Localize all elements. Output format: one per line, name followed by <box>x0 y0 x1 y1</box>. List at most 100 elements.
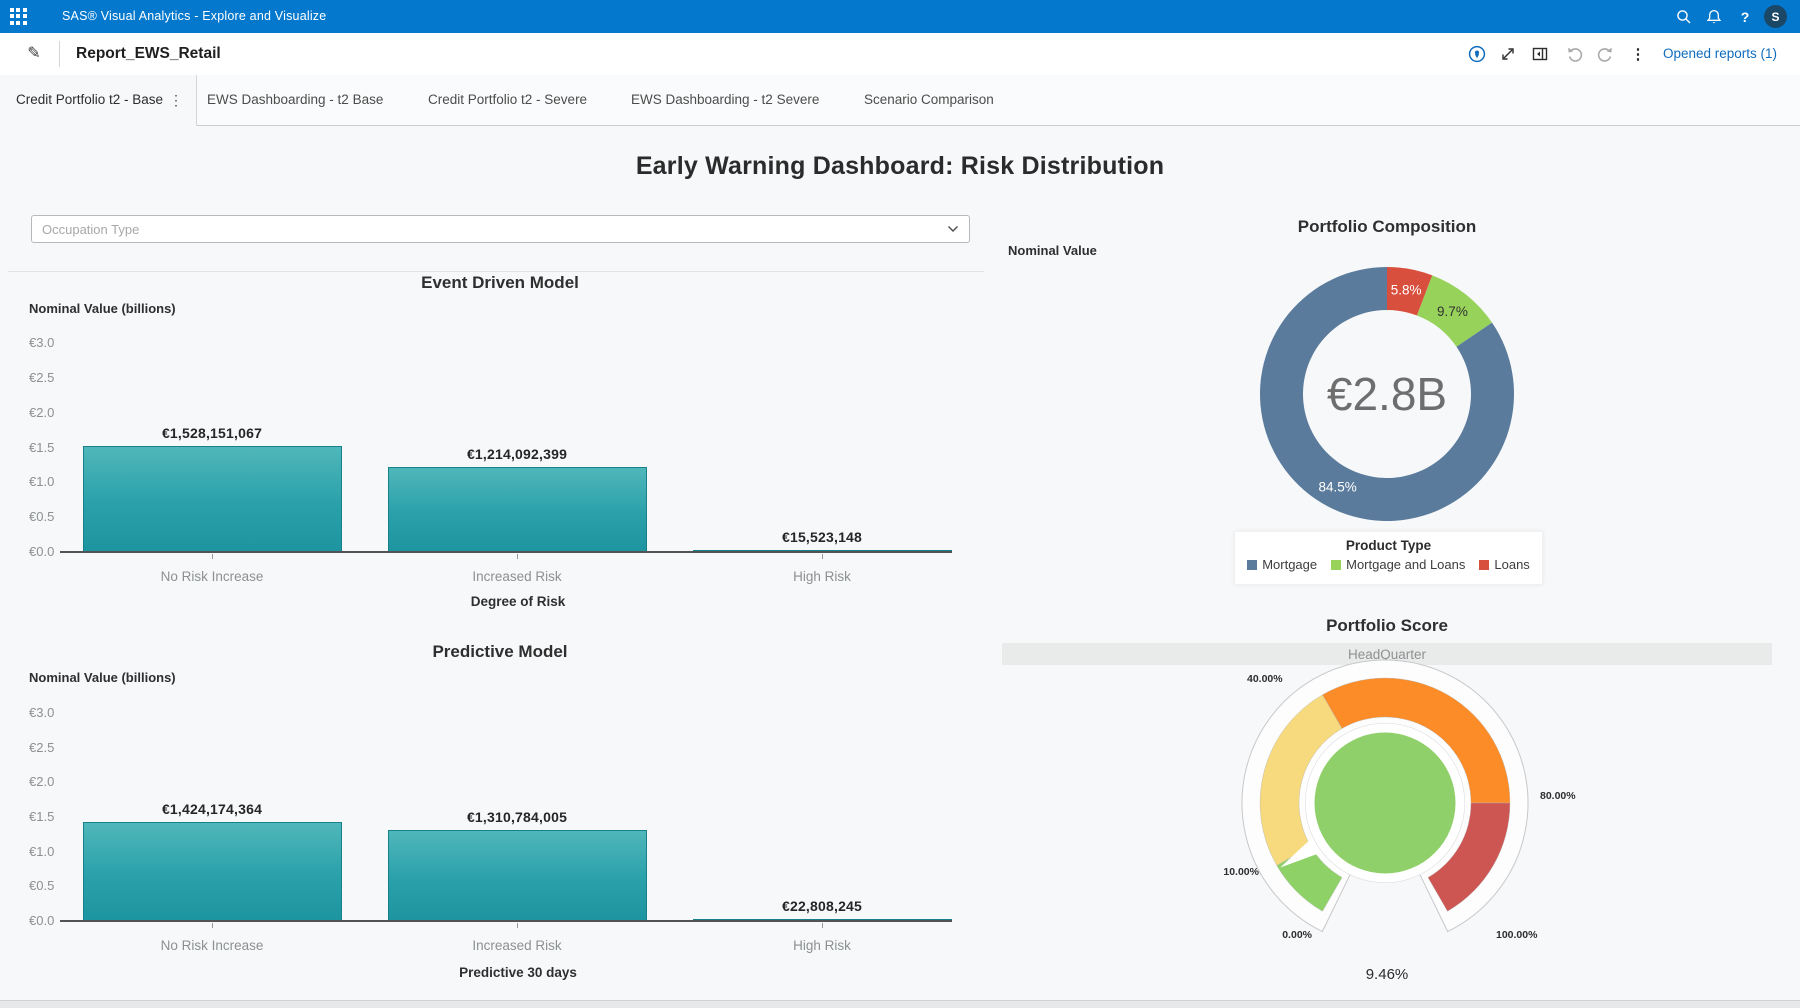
dropdown-placeholder: Occupation Type <box>42 222 947 237</box>
x-category-label: No Risk Increase <box>62 569 362 584</box>
gauge-inner-circle[interactable] <box>1310 728 1460 878</box>
bar-increased-risk[interactable] <box>388 467 647 552</box>
bar-increased-risk[interactable] <box>388 830 647 921</box>
bar-no-risk-increase[interactable] <box>83 822 342 921</box>
user-avatar[interactable]: S <box>1764 5 1787 28</box>
gauge-tick-10: 10.00% <box>1159 866 1259 878</box>
bar-value-label: €1,424,174,364 <box>82 801 342 817</box>
bar-value-label: €1,310,784,005 <box>387 809 647 825</box>
legend-label: Mortgage and Loans <box>1346 557 1465 572</box>
x-tick-mark <box>517 554 518 559</box>
y-tick-label: €1.5 <box>29 440 54 455</box>
tab-ews-dashboarding-t2-severe[interactable]: EWS Dashboarding - t2 Severe <box>631 75 819 126</box>
more-options-kebab-icon[interactable]: ⋮ <box>1628 44 1648 64</box>
x-tick-mark <box>212 554 213 559</box>
tab-credit-portfolio-t2-base[interactable]: Credit Portfolio t2 - Base ⋮ <box>0 75 197 126</box>
y-tick-label: €1.0 <box>29 474 54 489</box>
portfolio-composition-donut[interactable]: 5.8% 9.7% 84.5% €2.8B <box>1243 250 1531 538</box>
app-bar: SAS® Visual Analytics - Explore and Visu… <box>0 0 1800 33</box>
legend-items: Mortgage Mortgage and Loans Loans <box>1235 557 1542 572</box>
y-tick-label: €0.0 <box>29 544 54 559</box>
app-switcher-icon[interactable] <box>10 8 27 25</box>
notifications-bell-icon[interactable] <box>1703 6 1725 28</box>
chart-title-predictive: Predictive Model <box>200 642 800 662</box>
pie-legend: Product Type Mortgage Mortgage and Loans L… <box>1234 531 1543 585</box>
legend-swatch <box>1479 560 1489 570</box>
bar-value-label: €1,214,092,399 <box>387 446 647 462</box>
x-tick-mark <box>517 923 518 928</box>
edit-pencil-icon[interactable]: ✎ <box>22 41 46 65</box>
gauge-tick-100: 100.00% <box>1496 929 1596 941</box>
tab-menu-kebab-icon[interactable]: ⋮ <box>166 75 186 125</box>
sas-visual-analytics-window: SAS® Visual Analytics - Explore and Visu… <box>0 0 1800 1008</box>
y-tick-label: €2.5 <box>29 370 54 385</box>
legend-title: Product Type <box>1235 538 1542 553</box>
gauge-value-label: 9.46% <box>1287 966 1487 983</box>
chart-title-portfolio-composition: Portfolio Composition <box>1087 217 1687 237</box>
pie-axis-label: Nominal Value <box>1008 243 1097 258</box>
y-tick-label: €2.5 <box>29 740 54 755</box>
redo-icon[interactable] <box>1595 44 1615 64</box>
y-tick-label: €0.0 <box>29 913 54 928</box>
y-axis-label: Nominal Value (billions) <box>29 301 176 316</box>
donut-slice-pct-label: 5.8% <box>1391 283 1422 298</box>
tab-ews-dashboarding-t2-base[interactable]: EWS Dashboarding - t2 Base <box>207 75 383 126</box>
bottom-edge <box>0 1000 1800 1008</box>
bar-no-risk-increase[interactable] <box>83 446 342 552</box>
y-tick-label: €2.0 <box>29 774 54 789</box>
donut-center-total: €2.8B <box>1327 368 1447 420</box>
toggle-right-pane-icon[interactable] <box>1530 44 1550 64</box>
expand-fullscreen-icon[interactable] <box>1498 44 1518 64</box>
tab-scenario-comparison[interactable]: Scenario Comparison <box>864 75 994 126</box>
x-tick-mark <box>822 554 823 559</box>
x-axis-line <box>60 551 952 553</box>
occupation-type-dropdown[interactable]: Occupation Type <box>31 215 970 243</box>
divider <box>8 271 984 272</box>
display-rules-pin-icon[interactable] <box>1467 44 1487 64</box>
app-title: SAS® Visual Analytics - Explore and Visu… <box>62 0 326 33</box>
y-tick-label: €2.0 <box>29 405 54 420</box>
x-axis-title: Predictive 30 days <box>318 965 718 980</box>
x-category-label: No Risk Increase <box>62 938 362 953</box>
report-toolbar: ✎ Report_EWS_Retail ⋮ Opened reports (1) <box>0 33 1800 76</box>
y-axis-label: Nominal Value (billions) <box>29 670 176 685</box>
chart-title-portfolio-score: Portfolio Score <box>1087 616 1687 636</box>
y-tick-label: €1.5 <box>29 809 54 824</box>
undo-icon[interactable] <box>1565 44 1585 64</box>
legend-item-mortgage[interactable]: Mortgage <box>1247 557 1317 572</box>
y-tick-label: €3.0 <box>29 705 54 720</box>
x-tick-mark <box>822 923 823 928</box>
help-icon[interactable]: ? <box>1734 6 1756 28</box>
legend-swatch <box>1331 560 1341 570</box>
gauge-tick-40: 40.00% <box>1247 673 1347 685</box>
search-icon[interactable] <box>1673 6 1695 28</box>
x-category-label: High Risk <box>672 938 972 953</box>
legend-label: Loans <box>1494 557 1529 572</box>
y-tick-label: €3.0 <box>29 335 54 350</box>
y-tick-label: €0.5 <box>29 878 54 893</box>
chart-title-event-driven: Event Driven Model <box>200 273 800 293</box>
x-axis-line <box>60 920 952 922</box>
legend-item-loans[interactable]: Loans <box>1479 557 1529 572</box>
chevron-down-icon <box>947 220 959 238</box>
gauge-tick-0: 0.00% <box>1212 929 1312 941</box>
legend-swatch <box>1247 560 1257 570</box>
donut-slice-pct-label: 84.5% <box>1318 480 1356 495</box>
portfolio-score-gauge[interactable] <box>1195 650 1575 960</box>
gauge-tick-80: 80.00% <box>1540 790 1640 802</box>
tab-credit-portfolio-t2-severe[interactable]: Credit Portfolio t2 - Severe <box>428 75 587 126</box>
bar-value-label: €22,808,245 <box>692 898 952 914</box>
x-axis-title: Degree of Risk <box>318 594 718 609</box>
x-tick-mark <box>212 923 213 928</box>
divider <box>59 41 60 67</box>
donut-slice-pct-label: 9.7% <box>1437 304 1468 319</box>
x-category-label: Increased Risk <box>367 569 667 584</box>
y-tick-label: €0.5 <box>29 509 54 524</box>
report-name: Report_EWS_Retail <box>76 33 221 75</box>
page-title: Early Warning Dashboard: Risk Distributi… <box>0 152 1800 181</box>
legend-item-mortgage-and-loans[interactable]: Mortgage and Loans <box>1331 557 1465 572</box>
opened-reports-link[interactable]: Opened reports (1) <box>1663 33 1777 75</box>
x-category-label: High Risk <box>672 569 972 584</box>
report-tab-strip: Credit Portfolio t2 - Base ⋮ EWS Dashboa… <box>0 75 1800 126</box>
legend-label: Mortgage <box>1262 557 1317 572</box>
